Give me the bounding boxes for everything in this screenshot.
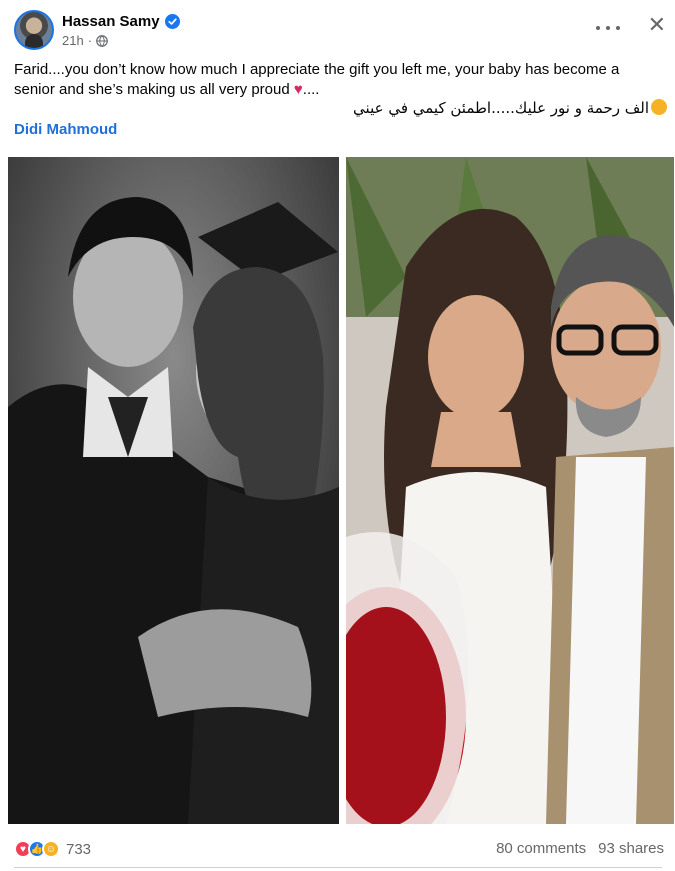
more-dot: [596, 26, 600, 30]
meta-separator: ·: [87, 33, 93, 48]
post-text-suffix: ....: [302, 81, 320, 98]
tagged-user-link[interactable]: Didi Mahmoud: [14, 121, 117, 138]
photo-right-illustration: [346, 157, 674, 824]
post-meta: 21h ·: [62, 33, 108, 48]
post-text-arabic: الف رحمة و نور عليك.....اطمئن كيمي في عي…: [353, 99, 667, 117]
more-dot: [616, 26, 620, 30]
verified-badge-icon: [164, 14, 180, 29]
footer-divider: [14, 867, 662, 868]
comments-count[interactable]: 80 comments: [496, 840, 586, 857]
post-header: Hassan Samy 21h · ✕: [14, 10, 666, 52]
arabic-text: الف رحمة و نور عليك.....اطمئن كيمي في عي…: [353, 99, 649, 117]
author-name[interactable]: Hassan Samy: [62, 13, 160, 30]
post-media[interactable]: [0, 149, 675, 829]
heart-emoji-icon: ♥: [293, 81, 303, 98]
post-text: Farid....you don’t know how much I appre…: [14, 60, 664, 100]
more-options-icon[interactable]: [596, 18, 620, 38]
care-reaction-icon: ☺: [42, 840, 60, 858]
reactions-count[interactable]: 733: [66, 841, 91, 858]
globe-icon[interactable]: [96, 34, 108, 47]
engagement-stats: 80 comments 93 shares: [496, 840, 664, 857]
photo-left-illustration: [8, 157, 339, 824]
post-footer: ♥ 👍 ☺ 733 80 comments 93 shares: [14, 838, 664, 860]
photo-black-and-white[interactable]: [8, 157, 339, 824]
more-dot: [606, 26, 610, 30]
shares-count[interactable]: 93 shares: [598, 840, 664, 857]
author-row: Hassan Samy: [62, 13, 180, 30]
close-icon[interactable]: ✕: [648, 14, 666, 36]
post-time[interactable]: 21h: [62, 33, 84, 48]
photo-color[interactable]: [346, 157, 674, 824]
author-avatar[interactable]: [14, 10, 54, 50]
reaction-icons[interactable]: ♥ 👍 ☺: [14, 840, 60, 858]
heart-eyes-emoji-icon: [651, 99, 667, 115]
facebook-post: Hassan Samy 21h · ✕ Farid....you don’t k…: [0, 0, 675, 871]
